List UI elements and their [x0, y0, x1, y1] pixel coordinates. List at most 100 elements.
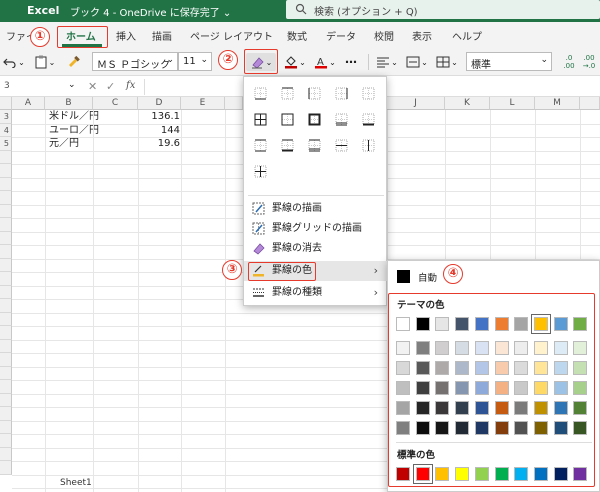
row-header[interactable]: 4 [0, 123, 12, 137]
font-color-button[interactable]: A ⌄ [312, 53, 338, 71]
inside-horizontal-border-icon[interactable] [335, 139, 348, 152]
automatic-color-label[interactable]: 自動 [418, 270, 437, 284]
outside-borders-icon[interactable] [281, 113, 294, 126]
cell-currency-pair[interactable]: ユーロ／円 [49, 124, 99, 137]
column-header[interactable]: C [93, 97, 138, 110]
menu-item-draw-border-grid[interactable]: 罫線グリッドの描画 [244, 219, 388, 239]
double-bottom-border-icon[interactable] [335, 113, 348, 126]
row-header[interactable] [0, 366, 12, 380]
top-thick-bottom-border-icon[interactable] [281, 139, 294, 152]
align-button[interactable]: ⌄ [374, 53, 400, 71]
menu-item-draw-border[interactable]: 罫線の描画 [244, 199, 388, 219]
cell-currency-pair[interactable]: 元／円 [49, 137, 79, 150]
right-border-icon[interactable] [335, 87, 348, 100]
paste-button[interactable]: ⌄ [32, 53, 58, 71]
row-header[interactable]: 5 [0, 137, 12, 151]
thick-box-border-icon[interactable] [308, 113, 321, 126]
document-title[interactable]: ブック 4 - OneDrive に保存完了 ⌄ [70, 4, 231, 19]
row-header[interactable] [0, 447, 12, 461]
menu-item-erase-border[interactable]: 罫線の消去 [244, 239, 388, 259]
wrap-text-button[interactable]: ⌄ [404, 53, 430, 71]
align-left-icon [377, 57, 390, 68]
cell-rate[interactable]: 136.1 [142, 110, 180, 123]
number-format-select[interactable]: 標準 ⌄ [466, 52, 552, 71]
font-name-select[interactable]: ＭＳ Ｐゴシック ⌄ [92, 52, 178, 71]
chevron-down-icon[interactable]: ⌄ [68, 80, 76, 90]
draw-border-grid-icon [252, 222, 265, 235]
search-box[interactable]: 検索 (オプション + Q) [286, 0, 600, 19]
no-border-icon[interactable] [362, 87, 375, 100]
bottom-border-icon[interactable] [254, 87, 267, 100]
merge-cells-icon [436, 56, 450, 68]
row-header[interactable] [0, 218, 12, 232]
left-border-icon[interactable] [308, 87, 321, 100]
column-header[interactable]: B [45, 97, 93, 110]
tab-insert[interactable]: 挿入 [116, 28, 136, 43]
tab-help[interactable]: ヘルプ [452, 28, 482, 43]
top-border-icon[interactable] [281, 87, 294, 100]
column-header[interactable]: L [490, 97, 535, 110]
cancel-icon[interactable]: ✕ [88, 80, 97, 93]
top-double-bottom-border-icon[interactable] [308, 139, 321, 152]
cell-currency-pair[interactable]: 米ドル／円 [49, 110, 99, 123]
row-header[interactable] [0, 326, 12, 340]
tab-review[interactable]: 校閲 [374, 28, 394, 43]
tab-draw[interactable]: 描画 [152, 28, 172, 43]
tab-data[interactable]: データ [326, 28, 356, 43]
column-header[interactable]: J [387, 97, 445, 110]
menu-item-line-style[interactable]: 罫線の種類 › [244, 283, 388, 303]
row-header[interactable] [0, 299, 12, 313]
row-header[interactable] [0, 150, 12, 164]
all-borders-icon[interactable] [254, 113, 267, 126]
column-header[interactable]: D [138, 97, 181, 110]
top-bottom-border-icon[interactable] [254, 139, 267, 152]
row-header[interactable] [0, 312, 12, 326]
name-box[interactable]: 3 [4, 81, 10, 91]
row-header[interactable] [0, 353, 12, 367]
tab-view[interactable]: 表示 [412, 28, 432, 43]
row-header[interactable] [0, 393, 12, 407]
inside-borders-icon[interactable] [254, 165, 267, 178]
cell-rate[interactable]: 144 [142, 124, 180, 137]
column-header[interactable]: K [445, 97, 490, 110]
select-all-corner[interactable] [0, 97, 12, 110]
column-header[interactable] [225, 97, 243, 110]
app-name: Excel [27, 4, 60, 17]
enter-icon[interactable]: ✓ [106, 80, 115, 93]
row-header[interactable] [0, 339, 12, 353]
merge-button[interactable]: ⌄ [434, 53, 460, 71]
increase-decimal-button[interactable]: .0 .00 [560, 53, 578, 71]
thick-bottom-border-icon[interactable] [362, 113, 375, 126]
column-header[interactable]: M [535, 97, 580, 110]
row-header[interactable] [0, 231, 12, 245]
row-header[interactable] [0, 245, 12, 259]
undo-button[interactable]: ⌄ [2, 53, 26, 71]
inside-vertical-border-icon[interactable] [362, 139, 375, 152]
row-header[interactable] [0, 204, 12, 218]
fill-color-button[interactable]: ⌄ [282, 53, 308, 71]
cell-rate[interactable]: 19.6 [142, 137, 180, 150]
row-header[interactable] [0, 272, 12, 286]
row-header[interactable] [0, 285, 12, 299]
row-header[interactable]: 3 [0, 110, 12, 124]
row-header[interactable] [0, 420, 12, 434]
row-header[interactable] [0, 380, 12, 394]
column-header[interactable]: E [181, 97, 225, 110]
row-header[interactable] [0, 461, 12, 475]
insert-function-icon[interactable]: fx [126, 80, 135, 91]
format-painter-button[interactable] [64, 53, 84, 71]
row-header[interactable] [0, 191, 12, 205]
row-header[interactable] [0, 434, 12, 448]
row-header[interactable] [0, 407, 12, 421]
font-size-select[interactable]: 11 ⌄ [178, 52, 212, 71]
decrease-decimal-button[interactable]: .00 →.0 [580, 53, 598, 71]
row-header[interactable] [0, 258, 12, 272]
column-header[interactable]: A [12, 97, 45, 110]
row-header[interactable] [0, 164, 12, 178]
more-options-button[interactable]: ⋯ [342, 53, 360, 71]
automatic-color-swatch[interactable] [397, 270, 410, 283]
tab-page-layout[interactable]: ページ レイアウト [190, 28, 273, 43]
column-header[interactable] [580, 97, 600, 110]
tab-formulas[interactable]: 数式 [287, 28, 307, 43]
row-header[interactable] [0, 177, 12, 191]
